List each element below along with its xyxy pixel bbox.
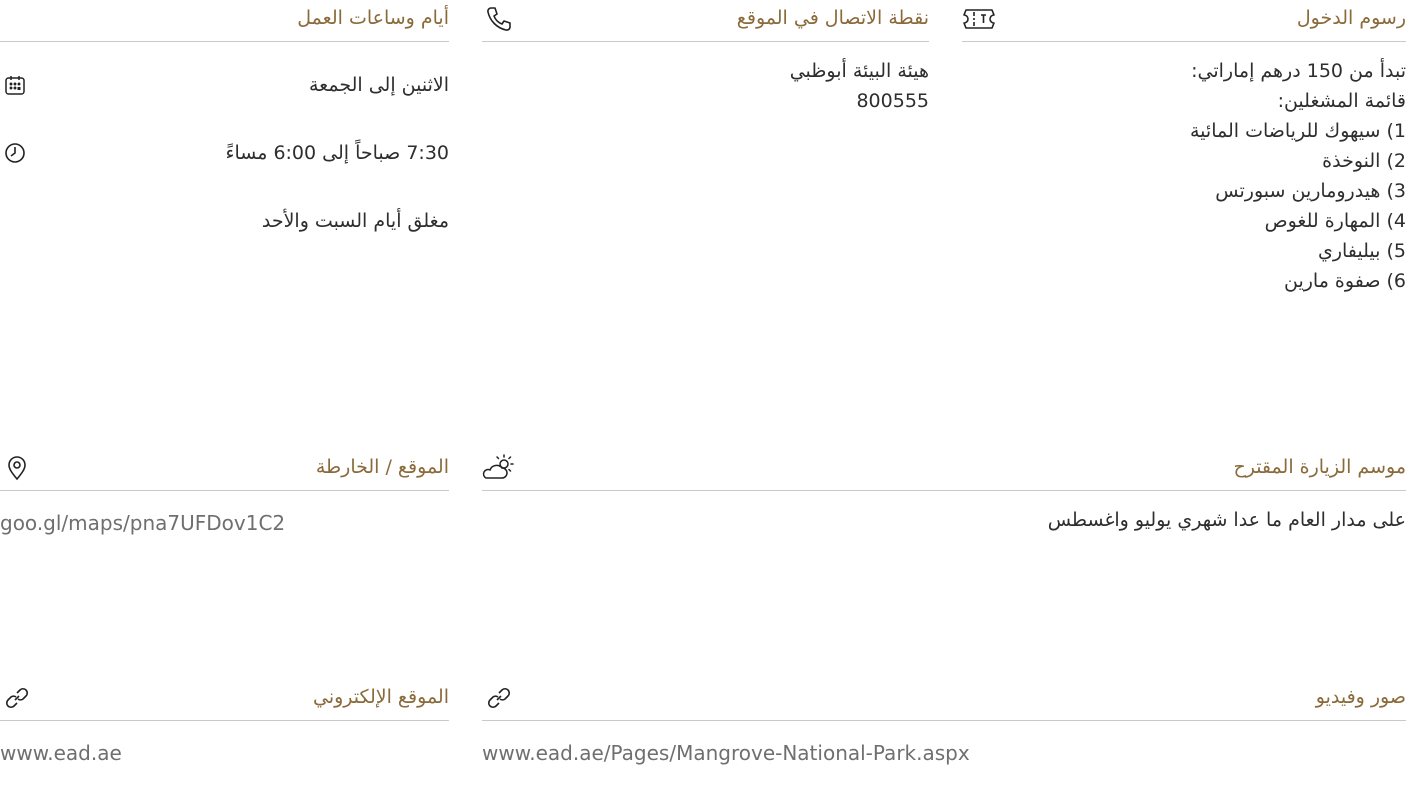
entry-fees-line: تبدأ من 150 درهم إماراتي: (1191, 60, 1406, 82)
contact-section: نقطة الاتصال في الموقع هيئة البيئة أبوظب… (482, 0, 929, 116)
media-title: صور وفيديو (1315, 686, 1406, 708)
closed-days-row: مغلق أيام السبت والأحد (0, 206, 449, 236)
partly-cloudy-icon (482, 453, 516, 483)
ticket-icon (962, 4, 996, 34)
entry-fees-line: قائمة المشغلين: (1277, 90, 1406, 112)
location-header: الموقع / الخارطة (0, 449, 449, 491)
operator-item: 1) سيهوك للرياضات المائية (1189, 120, 1406, 142)
calendar-icon (0, 71, 30, 99)
working-hours-section: أيام وساعات العمل الاثنين إلى الجمعة 7:3… (0, 0, 449, 236)
website-title: الموقع الإلكتروني (312, 686, 449, 708)
visit-season-title: موسم الزيارة المقترح (1233, 456, 1406, 478)
media-header: صور وفيديو (482, 679, 1406, 721)
working-days-row: الاثنين إلى الجمعة (0, 70, 449, 100)
website-header: الموقع الإلكتروني (0, 679, 449, 721)
working-hours-header: أيام وساعات العمل (0, 0, 449, 42)
entry-fees-section: رسوم الدخول تبدأ من 150 درهم إماراتي: قا… (962, 0, 1406, 296)
contact-header: نقطة الاتصال في الموقع (482, 0, 929, 42)
visit-season-header: موسم الزيارة المقترح (482, 449, 1406, 491)
contact-body: هيئة البيئة أبوظبي 800555 (482, 56, 929, 116)
map-link[interactable]: goo.gl/maps/pna7UFDov1C2 (0, 511, 449, 535)
link-icon (482, 683, 516, 713)
working-time-row: 7:30 صباحاً إلى 6:00 مساءً (0, 138, 449, 168)
entry-fees-header: رسوم الدخول (962, 0, 1406, 42)
working-time-text: 7:30 صباحاً إلى 6:00 مساءً (225, 142, 449, 164)
working-hours-list: الاثنين إلى الجمعة 7:30 صباحاً إلى 6:00 … (0, 70, 449, 236)
location-title: الموقع / الخارطة (315, 456, 449, 478)
visit-season-body: على مدار العام ما عدا شهري يوليو واغسطس (482, 505, 1406, 535)
operator-item: 2) النوخذة (1322, 150, 1406, 172)
contact-phone-number[interactable]: 800555 (482, 86, 929, 116)
media-link[interactable]: www.ead.ae/Pages/Mangrove-National-Park.… (482, 741, 1406, 765)
visit-season-section: موسم الزيارة المقترح على مدار العام ما ع… (482, 449, 1406, 535)
working-days-text: الاثنين إلى الجمعة (309, 74, 449, 96)
operator-item: 6) صفوة مارين (1284, 270, 1406, 292)
contact-organization: هيئة البيئة أبوظبي (789, 60, 929, 82)
working-hours-title: أيام وساعات العمل (297, 7, 449, 29)
link-icon (0, 683, 34, 713)
closed-days-text: مغلق أيام السبت والأحد (261, 210, 449, 232)
clock-icon (0, 139, 30, 167)
contact-title: نقطة الاتصال في الموقع (736, 7, 929, 29)
website-section: الموقع الإلكتروني www.ead.ae (0, 679, 449, 765)
entry-fees-body: تبدأ من 150 درهم إماراتي: قائمة المشغلين… (962, 56, 1406, 296)
location-section: الموقع / الخارطة goo.gl/maps/pna7UFDov1C… (0, 449, 449, 535)
website-link[interactable]: www.ead.ae (0, 741, 449, 765)
operator-item: 4) المهارة للغوص (1264, 210, 1406, 232)
operator-item: 3) هيدرومارين سبورتس (1215, 180, 1406, 202)
operator-item: 5) بيليفاري (1317, 240, 1406, 262)
visit-season-text: على مدار العام ما عدا شهري يوليو واغسطس (1047, 509, 1406, 531)
media-section: صور وفيديو www.ead.ae/Pages/Mangrove-Nat… (482, 679, 1406, 765)
entry-fees-title: رسوم الدخول (1296, 7, 1406, 29)
map-pin-icon (0, 453, 34, 483)
phone-icon (482, 4, 516, 34)
